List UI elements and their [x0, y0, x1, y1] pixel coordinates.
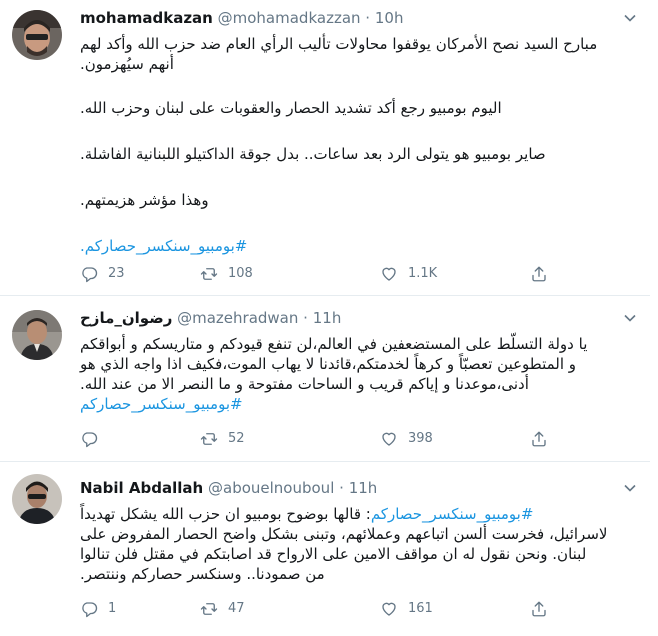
like-count: 398: [408, 431, 433, 446]
user-handle[interactable]: @mohamadkazzan: [218, 9, 361, 27]
tweet-feed: mohamadkazan @mohamadkazzan · 10h مبارح …: [0, 0, 650, 636]
share-button[interactable]: [530, 265, 558, 283]
share-icon: [532, 266, 546, 282]
chevron-down-icon: [624, 314, 636, 322]
tweet-line: يا دولة التسلّط على المستضعفين في العالم…: [80, 335, 588, 353]
tweet-text: مبارح السيد نصح الأمركان يوقفوا محاولات …: [80, 34, 642, 256]
tweet-header: mohamadkazan @mohamadkazzan · 10h: [80, 8, 403, 28]
retweet-icon: [200, 603, 218, 615]
tweet-menu-button[interactable]: [624, 478, 638, 498]
tweet-menu-button[interactable]: [624, 308, 638, 328]
reply-count: 23: [108, 266, 125, 281]
retweet-count: 47: [228, 601, 245, 616]
user-handle[interactable]: @mazehradwan: [177, 309, 298, 327]
tweet-menu-button[interactable]: [624, 8, 638, 28]
avatar-image: [12, 474, 62, 524]
tweet-line: وهذا مؤشر هزيمتهم.: [80, 191, 209, 209]
tweet-header: Nabil Abdallah @abouelnouboul · 11h: [80, 478, 377, 498]
tweet-header: رضوان_مازح @mazehradwan · 11h: [80, 308, 341, 328]
timestamp[interactable]: 11h: [313, 309, 342, 327]
chevron-down-icon: [624, 484, 636, 492]
retweet-button[interactable]: 108: [200, 265, 253, 283]
timestamp[interactable]: 10h: [375, 9, 404, 27]
tweet-line: مبارح السيد نصح الأمركان يوقفوا محاولات …: [80, 35, 598, 53]
tweet-line: و المتطوعين تعصبّاً و كرهاً لخدمتكم،قائد…: [80, 355, 577, 373]
heart-icon: [382, 267, 396, 281]
reply-button[interactable]: 1: [80, 600, 116, 618]
tweet-line-text: : قالها بوضوح بومبيو ان حزب الله يشكل ته…: [80, 505, 371, 523]
like-count: 161: [408, 601, 433, 616]
share-icon: [532, 601, 546, 617]
tweet-line: اليوم بومبيو رجع أكد تشديد الحصار والعقو…: [80, 99, 502, 117]
like-button[interactable]: 161: [380, 600, 433, 618]
retweet-icon: [200, 433, 218, 445]
tweet[interactable]: mohamadkazan @mohamadkazzan · 10h مبارح …: [0, 0, 650, 296]
share-button[interactable]: [530, 600, 558, 618]
tweet[interactable]: Nabil Abdallah @abouelnouboul · 11h #بوم…: [0, 462, 650, 636]
tweet-actions: 1 47 161: [80, 600, 580, 620]
tweet[interactable]: رضوان_مازح @mazehradwan · 11h يا دولة ال…: [0, 296, 650, 462]
tweet-actions: 23 108 1.1K: [80, 265, 580, 285]
retweet-count: 52: [228, 431, 245, 446]
hashtag-link[interactable]: #بومبيو_سنكسر_حصاركم: [371, 505, 534, 523]
heart-icon: [382, 432, 396, 446]
avatar-image: [12, 310, 62, 360]
hashtag-link[interactable]: #بومبيو_سنكسر_حصاركم: [80, 394, 642, 414]
tweet-line: أنهم سيُهزمون.: [80, 55, 174, 73]
like-button[interactable]: 398: [380, 430, 433, 448]
reply-button[interactable]: 23: [80, 265, 125, 283]
display-name[interactable]: رضوان_مازح: [80, 309, 172, 327]
tweet-line: لاسرائيل، فخرست ألسن اتباعهم وعملائهم، و…: [80, 525, 608, 543]
avatar[interactable]: [12, 10, 62, 60]
separator: ·: [303, 309, 308, 327]
user-handle[interactable]: @abouelnouboul: [208, 479, 334, 497]
tweet-line: لبنان. ونحن نقول له ان مواقف الامين على …: [80, 545, 587, 563]
avatar[interactable]: [12, 474, 62, 524]
tweet-actions: 52 398: [80, 430, 580, 450]
avatar[interactable]: [12, 310, 62, 360]
retweet-count: 108: [228, 266, 253, 281]
reply-count: 1: [108, 601, 117, 616]
retweet-icon: [200, 268, 218, 280]
reply-button[interactable]: [80, 430, 108, 448]
share-icon: [532, 431, 546, 447]
retweet-button[interactable]: 47: [200, 600, 245, 618]
avatar-image: [12, 10, 62, 60]
tweet-line: صاير بومبيو هو يتولى الرد بعد ساعات.. بد…: [80, 145, 546, 163]
tweet-text: #بومبيو_سنكسر_حصاركم: قالها بوضوح بومبيو…: [80, 504, 642, 584]
like-button[interactable]: 1.1K: [380, 265, 437, 283]
tweet-line: من صمودنا.. وسنكسر حصاركم وننتصر.: [80, 565, 325, 583]
display-name[interactable]: mohamadkazan: [80, 9, 213, 27]
share-button[interactable]: [530, 430, 558, 448]
like-count: 1.1K: [408, 266, 438, 281]
heart-icon: [382, 602, 396, 616]
timestamp[interactable]: 11h: [349, 479, 378, 497]
tweet-text: يا دولة التسلّط على المستضعفين في العالم…: [80, 334, 642, 414]
chevron-down-icon: [624, 14, 636, 22]
reply-icon: [82, 432, 98, 448]
tweet-line: أدنى،موعدنا و إياكم قريب و الساحات مفتوح…: [80, 375, 529, 393]
retweet-button[interactable]: 52: [200, 430, 245, 448]
separator: ·: [365, 9, 371, 27]
reply-icon: [82, 602, 98, 618]
display-name[interactable]: Nabil Abdallah: [80, 479, 203, 497]
tweet-line: #بومبيو_سنكسر_حصاركم: قالها بوضوح بومبيو…: [80, 504, 642, 524]
hashtag-link[interactable]: #بومبيو_سنكسر_حصاركم.: [80, 236, 642, 256]
separator: ·: [339, 479, 344, 497]
reply-icon: [82, 267, 98, 283]
